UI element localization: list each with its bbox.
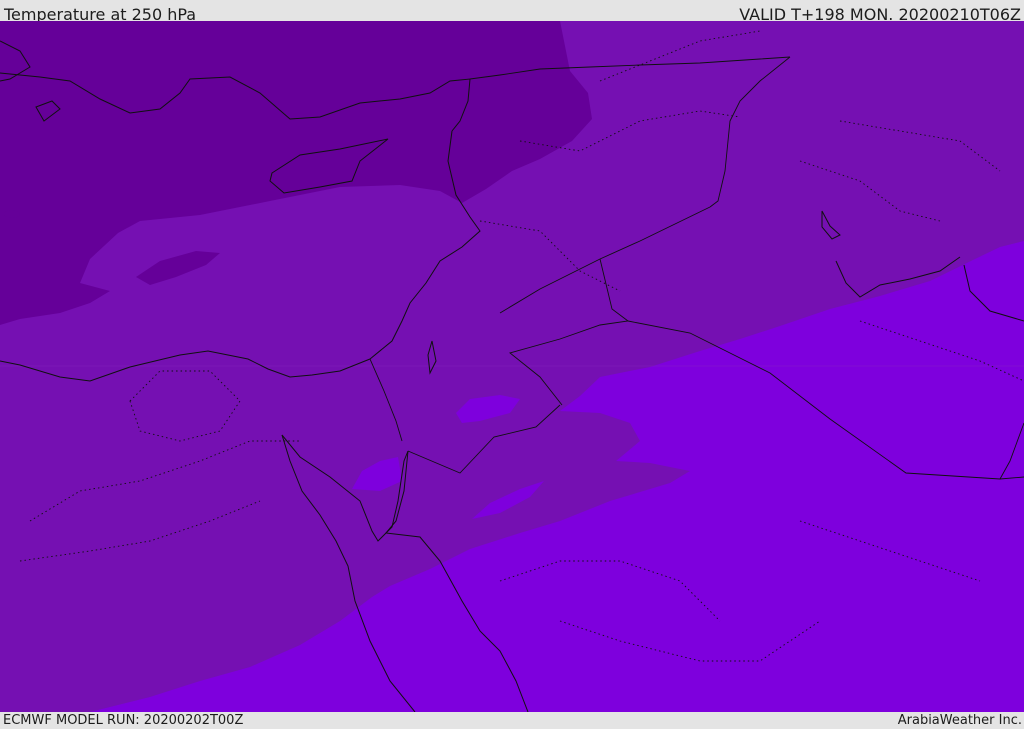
model-run-label: ECMWF MODEL RUN: 20200202T00Z <box>3 713 244 728</box>
map-canvas[interactable] <box>0 21 1024 712</box>
temperature-map-svg <box>0 21 1024 712</box>
weather-map-frame: Temperature at 250 hPa VALID T+198 MON. … <box>0 0 1024 729</box>
footer-bar: ECMWF MODEL RUN: 20200202T00Z ArabiaWeat… <box>0 712 1024 729</box>
credit-label: ArabiaWeather Inc. <box>897 713 1022 728</box>
header-bar: Temperature at 250 hPa VALID T+198 MON. … <box>0 0 1024 24</box>
temperature-band-coldest-spot <box>4 210 20 218</box>
